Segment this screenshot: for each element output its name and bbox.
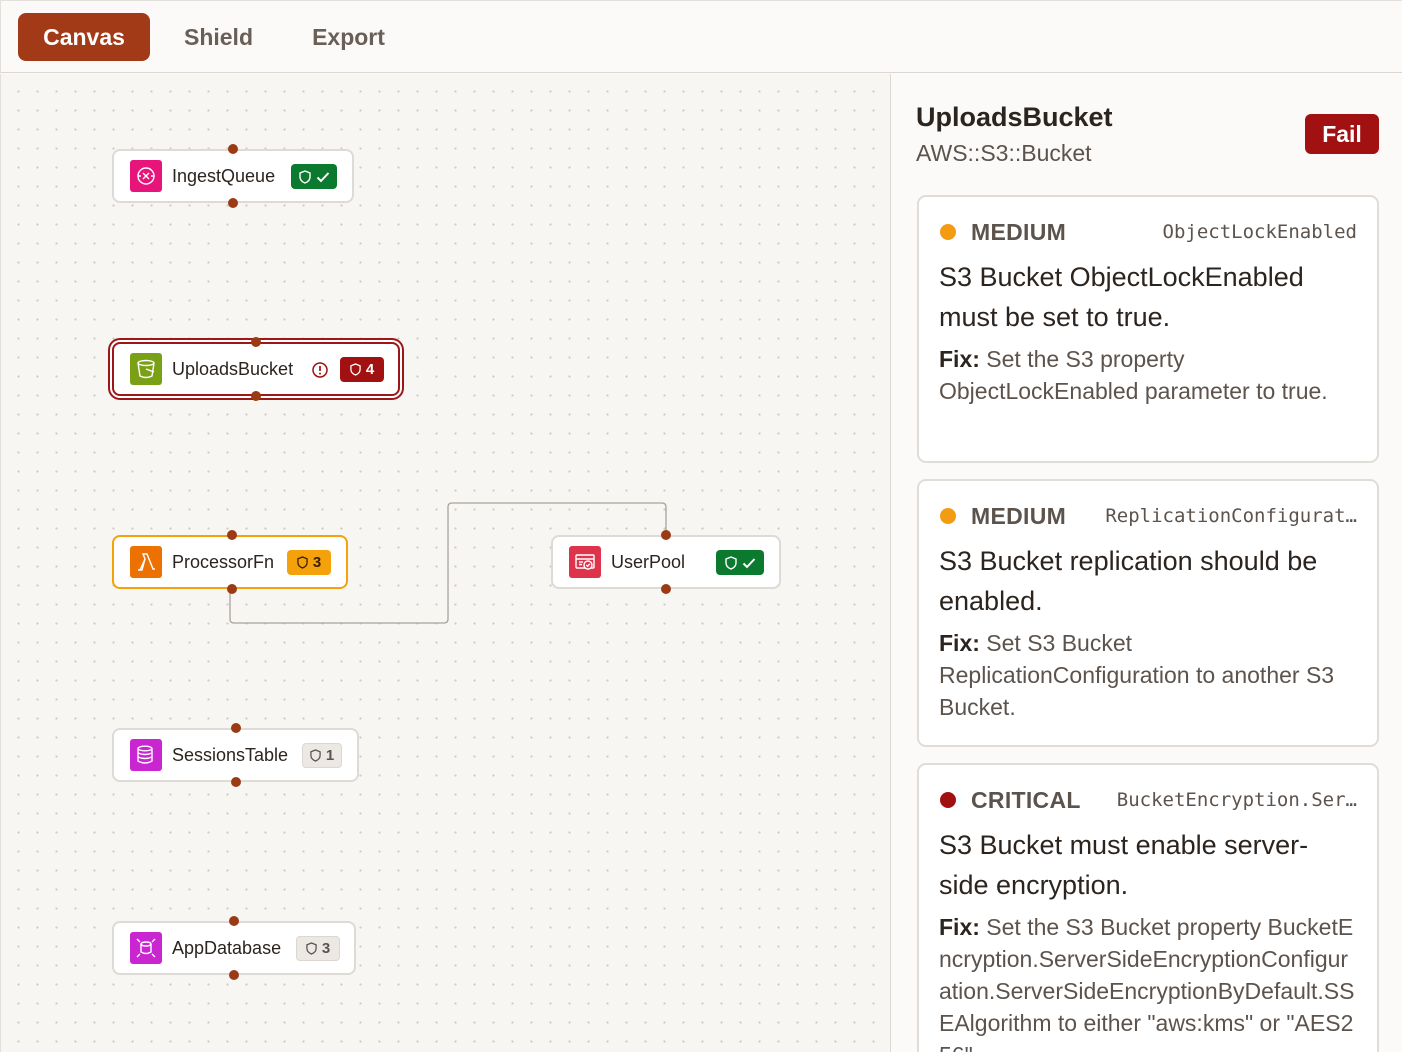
shield-warning-badge[interactable]: 3 [287, 550, 331, 575]
tab-export[interactable]: Export [291, 13, 406, 61]
shield-neutral-badge[interactable]: 3 [296, 936, 340, 961]
finding-message: S3 Bucket replication should be enabled. [939, 546, 1318, 616]
node-label: UserPool [611, 551, 686, 572]
fix-label: Fix: [939, 630, 980, 656]
resource-detail-panel: UploadsBucket AWS::S3::Bucket Fail MEDIU… [892, 74, 1402, 1052]
check-icon [316, 171, 329, 182]
severity-dot [940, 792, 956, 808]
fix-text: Set the S3 Bucket property BucketEncrypt… [939, 914, 1355, 1052]
architecture-canvas[interactable]: IngestQueue UploadsBucket 4 ProcessorFn [0, 74, 891, 1052]
finding-card[interactable]: CRITICAL BucketEncryption.Ser… S3 Bucket… [917, 763, 1379, 1052]
rule-id: ReplicationConfigurat… [1105, 505, 1357, 527]
dynamodb-icon [130, 739, 162, 771]
severity-label: CRITICAL [971, 786, 1081, 813]
node-userpool[interactable]: UserPool [551, 530, 781, 594]
lambda-icon [130, 546, 162, 578]
shield-icon [310, 749, 321, 762]
shield-icon [350, 363, 361, 376]
fix-label: Fix: [939, 346, 980, 372]
node-label: AppDatabase [172, 937, 282, 958]
connection-port-in[interactable] [230, 723, 241, 733]
shield-icon [297, 556, 308, 569]
connection-port-out[interactable] [228, 198, 238, 208]
connection-port-in[interactable] [661, 530, 671, 540]
top-bar: Canvas Shield Export [0, 0, 1402, 73]
check-icon [742, 557, 755, 568]
alert-circle-icon [311, 361, 329, 379]
status-badge: Fail [1305, 114, 1379, 154]
node-processorfn[interactable]: ProcessorFn 3 [112, 530, 348, 594]
fix-text: Set the S3 property ObjectLockEnabled pa… [939, 346, 1328, 404]
severity-dot [940, 508, 956, 524]
shield-icon [298, 169, 311, 184]
severity-label: MEDIUM [971, 218, 1067, 245]
severity-dot [940, 224, 956, 240]
fix-text: Set S3 Bucket ReplicationConfiguration t… [939, 630, 1335, 720]
sqs-icon [130, 160, 162, 192]
finding-fix: Fix: Set the S3 Bucket property BucketEn… [939, 911, 1357, 1052]
shield-icon [724, 555, 737, 570]
connection-port-in[interactable] [227, 530, 237, 540]
node-sessionstable[interactable]: SessionsTable 1 [112, 723, 359, 787]
s3-bucket-icon [130, 353, 162, 385]
shield-pass-badge[interactable] [291, 164, 337, 189]
connection-port-out[interactable] [251, 391, 261, 401]
node-label: UploadsBucket [172, 358, 294, 379]
finding-count: 3 [321, 940, 331, 957]
node-uploadsbucket[interactable]: UploadsBucket 4 [112, 337, 400, 401]
finding-message: S3 Bucket must enable server-side encryp… [939, 830, 1309, 900]
finding-count: 1 [325, 747, 335, 764]
finding-count: 3 [312, 554, 322, 571]
shield-icon [306, 942, 317, 955]
finding-card[interactable]: MEDIUM ObjectLockEnabled S3 Bucket Objec… [917, 195, 1379, 463]
finding-count: 4 [365, 361, 375, 378]
connection-port-out[interactable] [661, 584, 671, 594]
node-ingestqueue[interactable]: IngestQueue [112, 144, 354, 208]
cognito-icon [569, 546, 601, 578]
connection-port-in[interactable] [229, 916, 239, 926]
finding-fix: Fix: Set S3 Bucket ReplicationConfigurat… [939, 627, 1357, 723]
shield-pass-badge[interactable] [716, 550, 764, 575]
finding-card[interactable]: MEDIUM ReplicationConfigurat… S3 Bucket … [917, 479, 1379, 747]
fix-label: Fix: [939, 914, 980, 940]
connection-port-in[interactable] [251, 337, 261, 347]
resource-title: UploadsBucket [916, 102, 1113, 132]
rule-id: BucketEncryption.Ser… [1116, 789, 1357, 811]
shield-fail-badge[interactable]: 4 [340, 357, 384, 382]
node-label: ProcessorFn [172, 551, 275, 572]
connection-port-out[interactable] [229, 970, 239, 980]
node-label: SessionsTable [172, 744, 289, 765]
resource-type: AWS::S3::Bucket [916, 140, 1092, 166]
tab-canvas[interactable]: Canvas [18, 13, 150, 61]
node-appdatabase[interactable]: AppDatabase 3 [112, 916, 356, 980]
rule-id: ObjectLockEnabled [1162, 221, 1357, 243]
connection-port-out[interactable] [230, 777, 241, 787]
connection-port-out[interactable] [227, 584, 237, 594]
tab-shield[interactable]: Shield [161, 13, 276, 61]
finding-message: S3 Bucket ObjectLockEnabled must be set … [939, 262, 1304, 332]
shield-neutral-badge[interactable]: 1 [302, 743, 342, 768]
connection-port-in[interactable] [228, 144, 238, 154]
severity-label: MEDIUM [971, 502, 1067, 529]
rds-icon [130, 932, 162, 964]
finding-fix: Fix: Set the S3 property ObjectLockEnabl… [939, 343, 1357, 407]
node-label: IngestQueue [172, 165, 276, 186]
